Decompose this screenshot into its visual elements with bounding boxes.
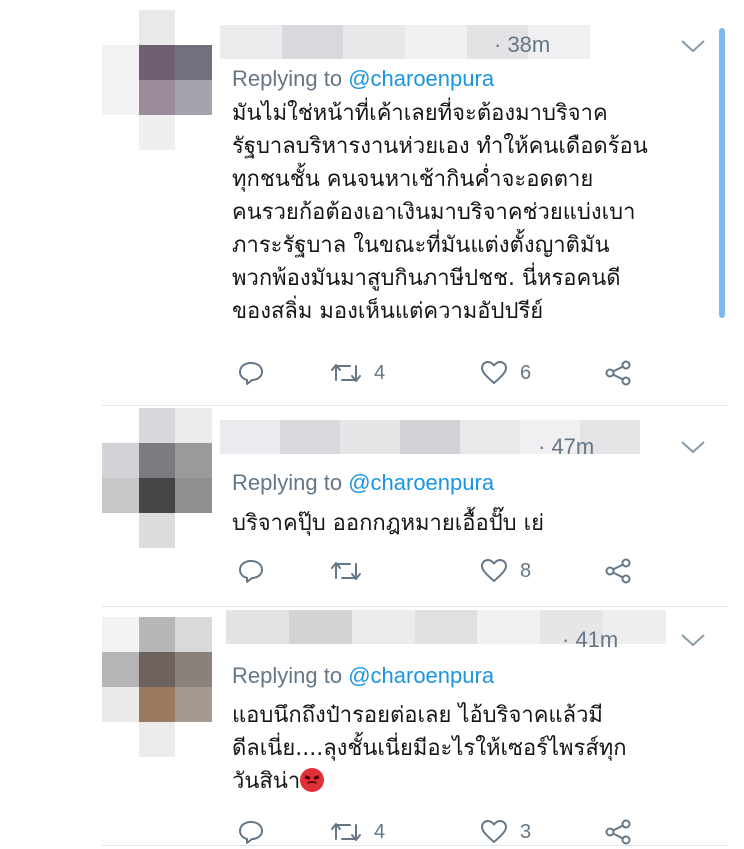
share-button[interactable] [604, 556, 632, 586]
tweet-text: บริจาคปุ๊บ ออกกฎหมายเอื้อปั๊บ เย่ [232, 507, 712, 540]
text-fragment: วันสิน่า [232, 769, 301, 794]
heart-icon [481, 559, 507, 582]
like-count: 3 [520, 820, 532, 843]
retweet-icon [331, 823, 361, 841]
text-line: บริจาคปุ๊บ ออกกฎหมายเอื้อปั๊บ เย่ [232, 511, 545, 536]
share-button[interactable] [604, 817, 632, 847]
heart-icon [481, 361, 507, 384]
tweet-time[interactable]: · 41m [562, 627, 618, 653]
heart-icon [481, 820, 507, 843]
share-button[interactable] [604, 358, 632, 388]
tweet-actions: 8 [232, 556, 652, 586]
retweet-count: 4 [374, 361, 386, 384]
reply-feed: · 38m Replying to @charoenpura มันไม่ใช่… [102, 0, 728, 849]
mention-link[interactable]: @charoenpura [348, 663, 494, 688]
angry-face-emoji [300, 768, 325, 792]
reply-button[interactable] [238, 358, 264, 388]
replying-to: Replying to @charoenpura [232, 663, 494, 689]
text-line: ทุกชนชั้น คนจนหาเช้ากินค่ำจะอดตาย [232, 167, 594, 192]
like-button[interactable]: 3 [480, 817, 531, 847]
replying-label: Replying to [232, 470, 349, 495]
text-line: แอบนึกถึงป๋ารอยต่อเลย ไอ้บริจาคแล้วมี [232, 703, 603, 728]
text-line: พวกพ้องมันมาสูบกินภาษีปชช. นี่หรอคนดี [232, 266, 621, 291]
chevron-down-icon[interactable] [680, 439, 706, 455]
reply-button[interactable] [238, 556, 264, 586]
scrollbar[interactable] [719, 28, 725, 318]
tweet-2[interactable]: · 47m Replying to @charoenpura บริจาคปุ๊… [102, 406, 728, 606]
avatar[interactable] [102, 10, 212, 150]
chevron-down-icon[interactable] [680, 38, 706, 54]
reply-icon [239, 362, 263, 385]
replying-label: Replying to [232, 66, 349, 91]
replying-label: Replying to [232, 663, 349, 688]
share-icon [605, 360, 631, 386]
text-line: ของสลิ่ม มองเห็นแต่ความอัปปรีย์ [232, 299, 544, 324]
share-icon [605, 819, 631, 845]
retweet-count: 4 [374, 820, 386, 843]
share-icon [605, 558, 631, 584]
retweet-button[interactable]: 4 [330, 817, 385, 847]
replying-to: Replying to @charoenpura [232, 470, 494, 496]
tweet-3[interactable]: · 41m Replying to @charoenpura แอบนึกถึง… [102, 607, 728, 849]
replying-to: Replying to @charoenpura [232, 66, 494, 92]
like-button[interactable]: 8 [480, 556, 531, 586]
tweet-text: มันไม่ใช่หน้าที่เค้าเลยที่จะต้องมาบริจาค… [232, 97, 712, 328]
text-line: มันไม่ใช่หน้าที่เค้าเลยที่จะต้องมาบริจาค [232, 101, 608, 126]
like-count: 6 [520, 361, 532, 384]
tweet-actions: 4 6 [232, 358, 652, 388]
retweet-button[interactable] [330, 556, 374, 586]
mention-link[interactable]: @charoenpura [348, 66, 494, 91]
tweet-text: แอบนึกถึงป๋ารอยต่อเลย ไอ้บริจาคแล้วมี ดี… [232, 699, 712, 798]
text-line: ภาระรัฐบาล ในขณะที่มันแต่งตั้งญาติมัน [232, 233, 610, 258]
text-line: ดีลเนี่ย....ลุงชั้นเนี่ยมีอะไรให้เซอร์ไพ… [232, 736, 627, 761]
avatar[interactable] [102, 617, 212, 757]
tweet-time[interactable]: · 47m [538, 434, 594, 460]
text-line: คนรวยก้อต้องเอาเงินมาบริจาคช่วยแบ่งเบา [232, 200, 636, 225]
retweet-icon [331, 562, 361, 580]
text-line: รัฐบาลบริหารงานห่วยเอง ทำให้คนเดือดร้อน [232, 134, 648, 159]
tweet-time[interactable]: · 38m [494, 32, 550, 58]
reply-icon [239, 821, 263, 844]
reply-button[interactable] [238, 817, 264, 847]
reply-icon [239, 560, 263, 583]
tweet-actions: 4 3 [232, 817, 652, 847]
like-count: 8 [520, 559, 532, 582]
text-line: วันสิน่า [232, 765, 712, 798]
retweet-button[interactable]: 4 [330, 358, 385, 388]
tweet-1[interactable]: · 38m Replying to @charoenpura มันไม่ใช่… [102, 0, 728, 405]
divider [102, 845, 728, 846]
like-button[interactable]: 6 [480, 358, 531, 388]
avatar[interactable] [102, 408, 212, 548]
mention-link[interactable]: @charoenpura [348, 470, 494, 495]
retweet-icon [331, 364, 361, 382]
chevron-down-icon[interactable] [680, 632, 706, 648]
